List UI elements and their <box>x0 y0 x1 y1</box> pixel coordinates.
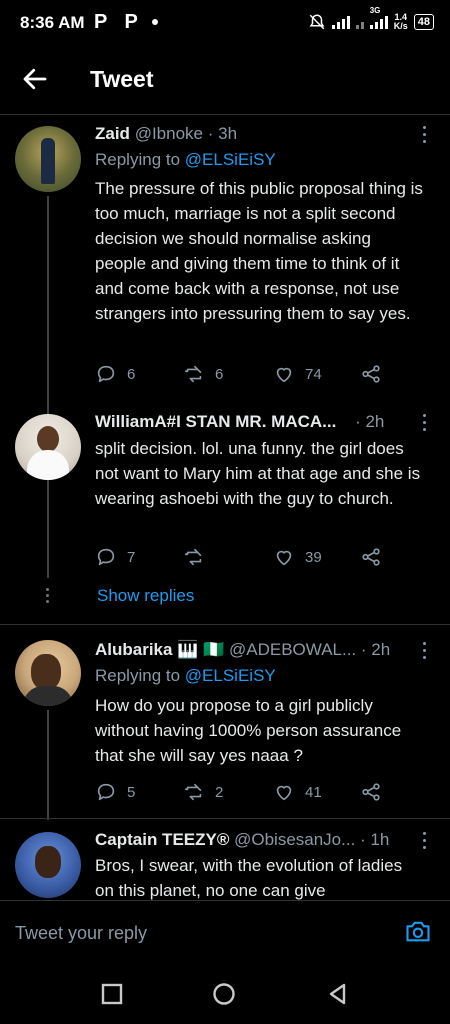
tweet-text: How do you propose to a girl publicly wi… <box>95 696 402 765</box>
like-button[interactable]: 41 <box>273 781 322 803</box>
retweet-icon <box>184 365 202 383</box>
share-icon <box>362 365 380 383</box>
tweet-actions: 5 2 41 <box>95 781 395 805</box>
top-app-bar: Tweet <box>0 46 450 115</box>
recents-icon[interactable] <box>100 982 124 1006</box>
notification-icons: P P <box>94 11 144 33</box>
heart-icon <box>276 550 292 566</box>
page-title: Tweet <box>90 66 154 92</box>
display-name[interactable]: Alubarika 🎹 🇳🇬 <box>95 640 224 659</box>
back-arrow-icon[interactable] <box>20 64 50 94</box>
retweet-button[interactable] <box>183 546 205 568</box>
tweet-header: Zaid @Ibnoke · 3h <box>95 124 237 144</box>
share-button[interactable] <box>360 781 382 803</box>
more-options-icon[interactable] <box>422 126 428 147</box>
tweet-time: · 1h <box>360 830 390 849</box>
like-count: 74 <box>305 365 322 383</box>
replying-to: Replying to @ELSiEiSY <box>95 666 276 685</box>
home-icon[interactable] <box>212 982 236 1006</box>
user-handle[interactable]: @Ibnoke <box>135 124 203 143</box>
retweet-icon <box>184 548 202 566</box>
avatar[interactable] <box>15 640 81 706</box>
divider <box>0 624 450 625</box>
show-replies-link[interactable]: Show replies <box>97 586 194 606</box>
tweet-time: · 2h <box>355 412 385 431</box>
reply-button[interactable]: 6 <box>95 363 135 385</box>
signal-3-icon <box>369 15 388 29</box>
more-options-icon[interactable] <box>422 832 428 853</box>
reply-icon <box>97 548 115 566</box>
more-options-icon[interactable] <box>422 414 428 435</box>
reply-count: 5 <box>127 783 136 801</box>
like-count: 41 <box>305 783 322 801</box>
reply-count: 7 <box>127 548 136 566</box>
signal-2-icon <box>355 15 364 29</box>
tweet-text: The pressure of this public proposal thi… <box>95 179 423 323</box>
tweet-header: Alubarika 🎹 🇳🇬 @ADEBOWAL... · 2h <box>95 640 390 660</box>
network-speed: 1.4 K/s <box>393 12 408 31</box>
heart-icon <box>276 367 292 383</box>
tweet-actions: 6 6 74 <box>95 363 395 387</box>
thread-line <box>47 196 49 578</box>
thread-line <box>47 710 49 820</box>
avatar[interactable] <box>15 414 81 480</box>
tweet-text: Bros, I swear, with the evolution of lad… <box>95 856 403 900</box>
mute-bell-icon <box>309 14 325 30</box>
avatar[interactable] <box>15 126 81 192</box>
system-nav-bar <box>0 964 450 1024</box>
retweet-button[interactable]: 2 <box>183 781 223 803</box>
replying-to-link[interactable]: @ELSiEiSY <box>185 150 276 169</box>
like-button[interactable]: 74 <box>273 363 322 385</box>
tweet-header: Captain TEEZY® @ObisesanJo... · 1h <box>95 830 389 850</box>
user-handle[interactable]: @ADEBOWAL... <box>229 640 356 659</box>
signal-icon <box>331 15 350 29</box>
reply-icon <box>97 365 115 383</box>
retweet-count: 6 <box>215 365 224 383</box>
replying-to: Replying to @ELSiEiSY <box>95 150 276 169</box>
tweet-header: WilliamA#I STAN MR. MACA... · 2h <box>95 412 384 432</box>
reply-icon <box>97 783 115 801</box>
share-icon <box>362 783 380 801</box>
retweet-button[interactable]: 6 <box>183 363 223 385</box>
thread-dots-icon <box>46 588 49 606</box>
battery-indicator: 48 <box>413 14 434 30</box>
share-button[interactable] <box>360 363 382 385</box>
like-button[interactable]: 39 <box>273 546 322 568</box>
tweet-time: · 3h <box>207 124 238 143</box>
divider <box>0 818 450 819</box>
share-icon <box>362 548 380 566</box>
retweet-icon <box>184 783 202 801</box>
display-name[interactable]: Zaid <box>95 124 130 143</box>
status-time: 8:36 AM <box>20 13 85 32</box>
tweet-actions: 7 39 <box>95 546 395 570</box>
status-bar: 8:36 AM P P 3G 1.4 K/s 48 <box>0 0 450 46</box>
retweet-count: 2 <box>215 783 224 801</box>
reply-button[interactable]: 7 <box>95 546 135 568</box>
tweet-time: · 2h <box>360 640 391 659</box>
notification-dot-icon <box>152 19 158 25</box>
camera-icon[interactable] <box>404 917 432 945</box>
heart-icon <box>276 785 292 801</box>
replying-to-link[interactable]: @ELSiEiSY <box>185 666 276 685</box>
more-options-icon[interactable] <box>422 642 428 663</box>
network-type: 3G <box>369 6 388 29</box>
display-name[interactable]: Captain TEEZY® <box>95 830 229 849</box>
like-count: 39 <box>305 548 322 566</box>
reply-count: 6 <box>127 365 136 383</box>
avatar[interactable] <box>15 832 81 898</box>
back-nav-icon[interactable] <box>326 982 350 1006</box>
share-button[interactable] <box>360 546 382 568</box>
status-right: 3G 1.4 K/s 48 <box>308 6 434 34</box>
tweet-text: split decision. lol. una funny. the girl… <box>95 439 421 508</box>
reply-input[interactable]: Tweet your reply <box>15 923 147 944</box>
reply-composer[interactable]: Tweet your reply <box>0 900 450 965</box>
user-handle[interactable]: @ObisesanJo... <box>234 830 355 849</box>
reply-button[interactable]: 5 <box>95 781 135 803</box>
display-name[interactable]: WilliamA#I STAN MR. MACA... <box>95 412 336 431</box>
